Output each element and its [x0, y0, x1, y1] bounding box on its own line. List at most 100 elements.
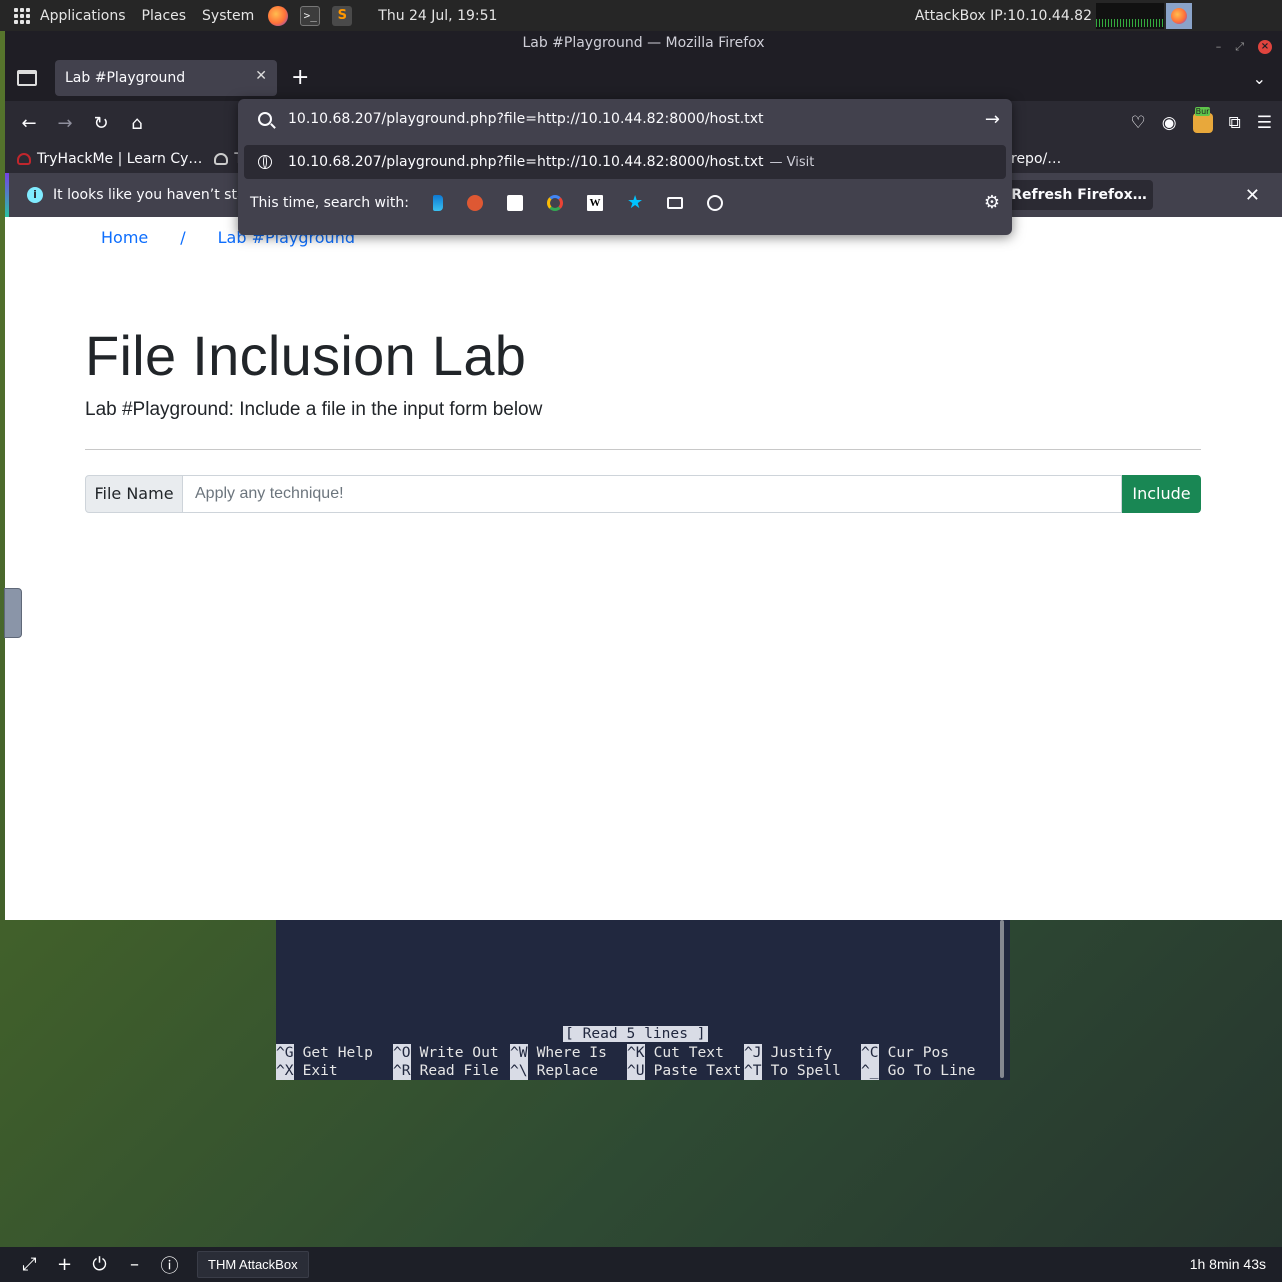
power-icon[interactable]: ⏻ — [82, 1254, 117, 1275]
nano-shortcut: ^G Get Help — [276, 1044, 393, 1062]
ebay-icon[interactable] — [506, 195, 523, 211]
file-name-label: File Name — [85, 475, 183, 513]
url-input[interactable]: 10.10.68.207/playground.php?file=http://… — [288, 111, 763, 127]
firefox-view-icon[interactable] — [17, 70, 37, 86]
new-tab-icon[interactable]: + — [291, 67, 309, 89]
suggestion-url: 10.10.68.207/playground.php?file=http://… — [288, 154, 764, 170]
maximize-icon[interactable]: ⤢ — [1235, 35, 1244, 59]
applications-menu[interactable]: Applications — [32, 8, 134, 24]
refresh-firefox-button[interactable]: Refresh Firefox… — [1005, 180, 1153, 210]
go-arrow-icon[interactable]: → — [985, 109, 1000, 130]
shortcut-label: Justify — [770, 1044, 833, 1061]
terminal-launcher-icon[interactable]: >_ — [300, 5, 321, 26]
minimize-icon[interactable]: – — [1216, 35, 1222, 59]
suggestion-action: — Visit — [769, 154, 815, 170]
shortcut-key: ^G — [276, 1044, 294, 1062]
wikipedia-icon[interactable]: W — [586, 195, 603, 211]
nano-shortcut: ^X Exit — [276, 1062, 393, 1080]
tray-firefox-icon[interactable] — [1166, 2, 1192, 29]
terminal-scrollbar[interactable] — [1000, 920, 1004, 1078]
firefox-launcher-icon[interactable] — [268, 5, 289, 26]
nano-shortcut: ^O Write Out — [393, 1044, 510, 1062]
bookmarks-icon[interactable]: ★ — [627, 194, 643, 212]
url-bar-dropdown: 10.10.68.207/playground.php?file=http://… — [238, 99, 1012, 235]
tab-lab-playground[interactable]: Lab #Playground ✕ — [55, 60, 277, 96]
file-include-form: File Name Apply any technique! Include — [85, 475, 1201, 513]
search-engines-row: This time, search with: W ★ ⚙ — [238, 179, 1012, 227]
bookmark-label: TryHackMe | Learn Cy… — [37, 151, 203, 167]
shortcut-key: ^_ — [861, 1062, 879, 1080]
close-icon[interactable]: ✕ — [1245, 185, 1260, 206]
shortcut-key: ^C — [861, 1044, 879, 1062]
shortcut-key: ^X — [276, 1062, 294, 1080]
shortcut-key: ^W — [510, 1044, 528, 1062]
apps-grid-icon[interactable] — [14, 7, 30, 24]
close-window-icon[interactable]: × — [1258, 40, 1272, 54]
file-name-input[interactable]: Apply any technique! — [183, 475, 1122, 513]
back-icon[interactable]: ← — [11, 113, 47, 134]
home-icon[interactable]: ⌂ — [119, 113, 155, 134]
history-icon[interactable] — [706, 195, 723, 211]
extensions-icon[interactable]: ⧉ — [1229, 113, 1241, 133]
reload-icon[interactable]: ↻ — [83, 113, 119, 134]
window-title: Lab #Playground — Mozilla Firefox — [522, 35, 765, 51]
web-page: Home / Lab #Playground File Inclusion La… — [5, 217, 1282, 920]
tab-close-icon[interactable]: ✕ — [255, 68, 267, 84]
nano-shortcut: ^C Cur Pos — [861, 1044, 978, 1062]
menu-icon[interactable]: ☰ — [1257, 113, 1272, 133]
sublime-launcher-icon[interactable]: S — [332, 5, 353, 26]
shortcut-key: ^O — [393, 1044, 411, 1062]
nano-shortcut: ^J Justify — [744, 1044, 861, 1062]
gear-icon[interactable]: ⚙ — [984, 194, 1000, 212]
chevron-down-icon[interactable]: ⌄ — [1253, 69, 1266, 88]
pocket-icon[interactable]: ♡ — [1131, 113, 1146, 133]
tabs-icon[interactable] — [666, 197, 683, 209]
shortcut-label: Go To Line — [887, 1062, 976, 1079]
window-titlebar: Lab #Playground — Mozilla Firefox – ⤢ × — [5, 31, 1282, 55]
notice-text: It looks like you haven’t start — [53, 187, 257, 203]
datetime[interactable]: Thu 24 Jul, 19:51 — [370, 8, 505, 24]
side-panel-handle[interactable] — [4, 588, 22, 638]
nano-shortcuts: ^G Get Help ^O Write Out ^W Where Is ^K Cut Tex… — [276, 1044, 978, 1080]
bookmark-repo[interactable]: repo/… — [1011, 145, 1061, 173]
page-title: File Inclusion Lab — [85, 324, 527, 387]
url-bar[interactable]: 10.10.68.207/playground.php?file=http://… — [238, 99, 1012, 139]
search-with-label: This time, search with: — [250, 195, 409, 211]
shortcut-key: ^\ — [510, 1062, 528, 1080]
tryhackme-icon — [17, 153, 31, 165]
cpu-graph — [1096, 2, 1164, 29]
globe-icon — [258, 155, 272, 169]
google-icon[interactable] — [546, 195, 563, 211]
attackbox-task[interactable]: THM AttackBox — [197, 1251, 309, 1278]
places-menu[interactable]: Places — [134, 8, 195, 24]
shortcut-label: Read File — [419, 1062, 499, 1079]
notice-accent — [5, 173, 9, 217]
tab-title: Lab #Playground — [65, 70, 186, 86]
taskbar: ⤢ + ⏻ – ⓘ THM AttackBox 1h 8min 43s — [0, 1247, 1282, 1282]
forward-icon[interactable]: → — [47, 113, 83, 134]
shortcut-label: Replace — [536, 1062, 599, 1079]
breadcrumb-separator: / — [180, 228, 186, 247]
add-icon[interactable]: + — [47, 1254, 82, 1275]
shortcut-label: Get Help — [302, 1044, 373, 1061]
shortcut-label: Paste Text — [653, 1062, 742, 1079]
system-menu[interactable]: System — [194, 8, 262, 24]
burp-extension-icon[interactable] — [1192, 107, 1213, 133]
shortcut-row: ^X Exit ^R Read File ^\ Replace ^U Paste Text ^T… — [276, 1062, 978, 1080]
account-icon[interactable]: ◉ — [1162, 113, 1177, 133]
shortcut-key: ^J — [744, 1044, 762, 1062]
include-button[interactable]: Include — [1122, 475, 1201, 513]
shortcut-label: Where Is — [536, 1044, 607, 1061]
duckduckgo-icon[interactable] — [466, 195, 483, 211]
shortcut-label: To Spell — [770, 1062, 841, 1079]
bing-icon[interactable] — [432, 195, 443, 211]
fullscreen-icon[interactable]: ⤢ — [12, 1254, 47, 1275]
shortcut-label: Cur Pos — [887, 1044, 950, 1061]
url-suggestion[interactable]: 10.10.68.207/playground.php?file=http://… — [244, 145, 1006, 179]
nano-shortcut: ^T To Spell — [744, 1062, 861, 1080]
info-icon[interactable]: ⓘ — [152, 1252, 187, 1278]
bookmark-tryhackme[interactable]: TryHackMe | Learn Cy… — [17, 151, 202, 167]
shortcut-key: ^K — [627, 1044, 645, 1062]
minimize-icon[interactable]: – — [117, 1254, 152, 1275]
breadcrumb-home[interactable]: Home — [101, 228, 148, 247]
